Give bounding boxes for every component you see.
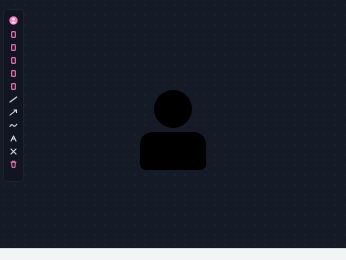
- app-window: [0, 0, 346, 260]
- freehand-tool[interactable]: [7, 120, 20, 131]
- trash-icon: [10, 160, 17, 168]
- close-tool[interactable]: [7, 146, 20, 157]
- line-icon: [9, 96, 18, 103]
- status-bar: [0, 248, 346, 260]
- arrow-icon: [9, 109, 18, 116]
- trash-tool[interactable]: [7, 159, 20, 170]
- user-placeholder: [139, 90, 207, 170]
- text-tool[interactable]: [7, 133, 20, 144]
- rectangle-icon: [11, 83, 16, 90]
- rectangle-icon: [11, 31, 16, 38]
- rectangle-tool-3[interactable]: [7, 55, 20, 66]
- rectangle-tool-1[interactable]: [7, 29, 20, 40]
- rectangle-tool-2[interactable]: [7, 42, 20, 53]
- drawing-toolbar: [4, 10, 23, 181]
- rectangle-icon: [11, 70, 16, 77]
- rectangle-icon: [11, 44, 16, 51]
- rectangle-icon: [11, 57, 16, 64]
- arrow-tool[interactable]: [7, 107, 20, 118]
- close-icon: [10, 148, 17, 155]
- profile-button[interactable]: [7, 15, 20, 26]
- user-silhouette-icon: [140, 90, 206, 170]
- rectangle-tool-5[interactable]: [7, 81, 20, 92]
- freehand-icon: [9, 123, 18, 127]
- text-icon: [10, 135, 17, 142]
- rectangle-tool-4[interactable]: [7, 68, 20, 79]
- profile-icon: [9, 16, 18, 25]
- line-tool[interactable]: [7, 94, 20, 105]
